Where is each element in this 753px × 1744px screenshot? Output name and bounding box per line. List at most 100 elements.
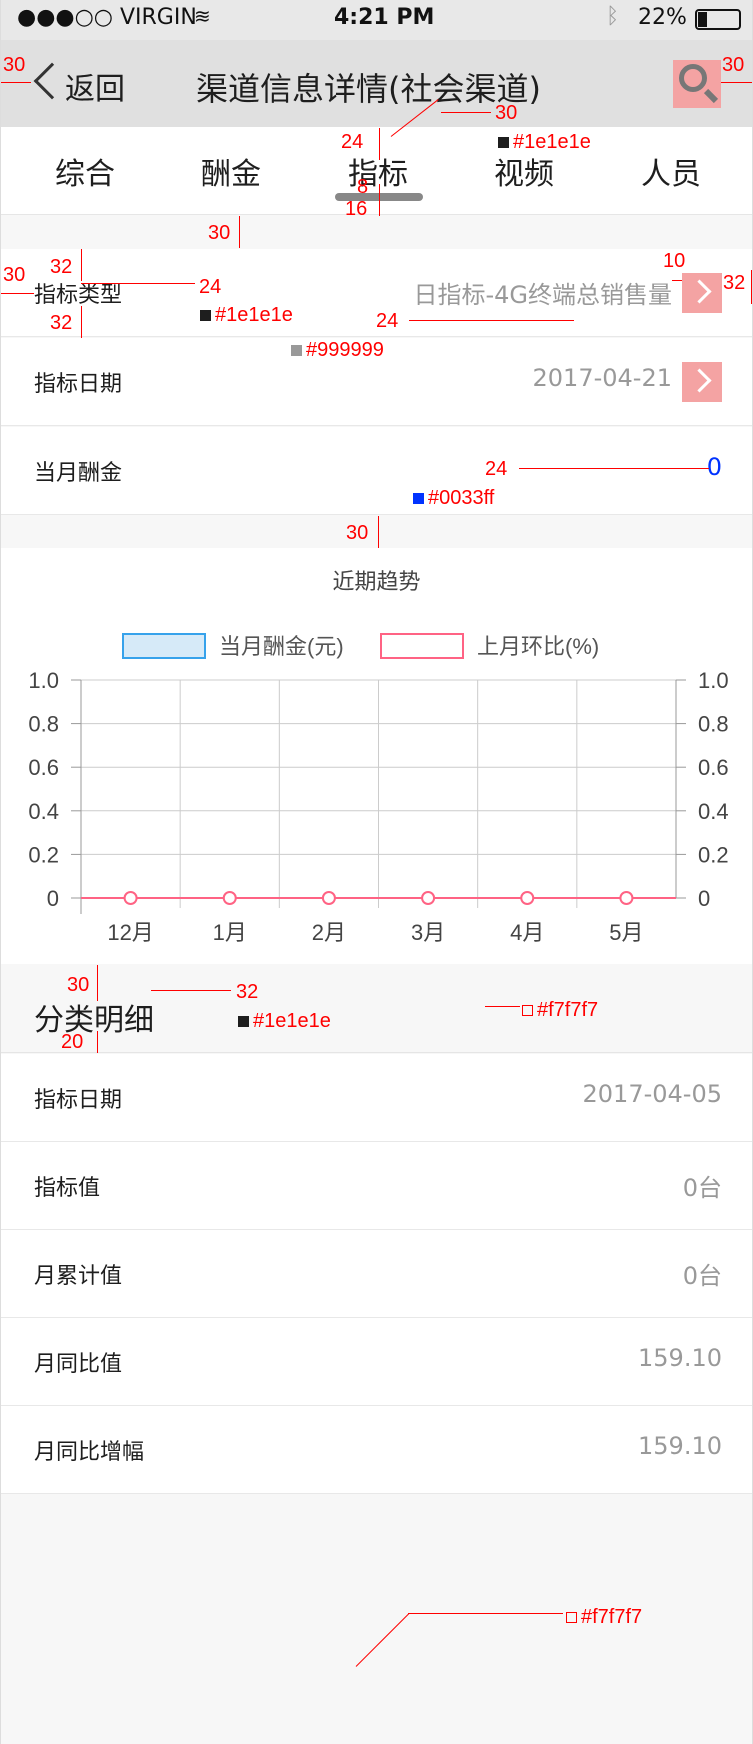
tab-bar: 综合 酬金 指标 视频 人员 [1,127,752,215]
y-tick-label-right: 1.0 [698,668,729,693]
color-annotation: #f7f7f7 [566,1606,642,1629]
bluetooth-icon: ᛒ [606,4,620,29]
color-annotation: #1e1e1e [238,1010,331,1033]
data-point [222,891,237,905]
y-tick-label-left: 0.2 [28,842,59,867]
y-tick-label-left: 1.0 [28,668,59,693]
chart-svg: 当月酬金(元) 上月环比(%) 1.0 1.0 0.8 0.8 0.6 0.6 0.4 0.4 0.… [28,633,729,945]
row-value: 0台 [682,1262,722,1290]
row-value: 日指标-4G终端总销售量 [413,281,672,309]
row-value: 159.10 [638,1432,722,1460]
detail-row: 月累计值 0台 [1,1230,752,1318]
x-tick-label: 4月 [510,920,544,945]
status-bar: ●●●○○ VIRGIN ≋ 4:21 PM ᛒ 22% [1,0,752,40]
data-point [321,891,336,905]
annotation-label: 30 [495,102,518,124]
y-tick-label-left: 0 [47,886,59,911]
annotation-label: 10 [663,250,686,272]
annotation-label: 32 [50,312,73,334]
page: ●●●○○ VIRGIN ≋ 4:21 PM ᛒ 22% 返回 渠道信息详情(社… [0,0,753,1744]
section-title: 分类明细 [34,1003,154,1038]
x-tick-label: 3月 [411,920,445,945]
nav-bar: 返回 渠道信息详情(社会渠道) [1,40,752,127]
back-button[interactable]: 返回 [27,60,137,107]
x-tick-label: 12月 [107,920,153,945]
color-annotation: #1e1e1e [200,304,293,327]
legend-swatch [380,633,464,659]
annotation-label: 32 [723,272,746,294]
row-value: 2017-04-05 [582,1080,722,1108]
y-tick-label-left: 0.8 [28,712,59,737]
annotation-label: 20 [61,1031,84,1053]
row-label: 当月酬金 [34,461,123,486]
row-label: 月同比增幅 [34,1440,145,1465]
row-label: 月同比值 [34,1352,123,1377]
data-point [421,891,436,905]
legend-label: 上月环比(%) [477,634,599,659]
row-label: 指标日期 [34,372,123,397]
data-point [520,891,535,905]
y-tick-label-left: 0.6 [28,755,59,780]
detail-row: 指标日期 2017-04-05 [1,1054,752,1142]
y-tick-label-right: 0.2 [698,842,729,867]
search-icon [679,64,707,92]
row-value: 159.10 [638,1344,722,1372]
detail-row: 月同比值 159.10 [1,1318,752,1406]
row-value: 0台 [682,1174,722,1202]
color-annotation: #f7f7f7 [522,999,598,1022]
battery-icon [695,9,741,30]
row-label: 指标值 [34,1176,101,1201]
tab-video[interactable]: 视频 [494,149,554,193]
annotation-label: 30 [208,222,231,244]
annotation-label: 30 [67,974,90,996]
legend-label: 当月酬金(元) [219,634,344,659]
y-tick-label-right: 0 [698,886,710,911]
annotation-label: 32 [236,981,259,1003]
clock: 4:21 PM [334,5,435,30]
annotation-label: 24 [485,458,508,480]
page-title: 渠道信息详情(社会渠道) [196,70,541,108]
y-tick-label-right: 0.8 [698,712,729,737]
y-tick-label-left: 0.4 [28,799,59,824]
x-tick-label: 1月 [213,920,247,945]
row-label: 月累计值 [34,1264,123,1289]
detail-row: 月同比增幅 159.10 [1,1406,752,1494]
color-annotation: #1e1e1e [498,131,591,154]
annotation-label: 30 [346,522,369,544]
carrier-label: ●●●○○ VIRGIN [17,5,197,30]
chevron-right-icon [682,362,722,402]
row-label: 指标日期 [34,1088,123,1113]
annotation-label: 30 [722,54,745,76]
annotation-label: 32 [50,256,73,278]
back-label: 返回 [65,72,125,107]
y-tick-label-right: 0.6 [698,755,729,780]
data-point [123,891,138,905]
legend-swatch [122,633,206,659]
tab-people[interactable]: 人员 [641,149,701,193]
section-header: 分类明细 [1,965,752,1053]
wifi-icon: ≋ [194,4,211,28]
annotation-label: 30 [3,264,26,286]
search-button[interactable] [673,60,721,108]
annotation-label: 30 [3,54,26,76]
detail-row: 指标值 0台 [1,1142,752,1230]
y-tick-label-right: 0.4 [698,799,729,824]
annotation-label: 24 [376,310,399,332]
row-value: 2017-04-21 [532,364,672,392]
annotation-label: 24 [341,131,364,153]
data-point [619,891,634,905]
battery-percent: 22% [638,5,687,30]
commission-link[interactable]: 0 [707,453,722,481]
annotation-label: 16 [345,198,368,220]
trend-chart: 近期趋势 当月酬金(元) 上月环比(%) 1.0 1.0 0.8 0.8 0.6 0.6 0.4… [1,548,752,964]
annotation-label: 8 [357,176,369,198]
chevron-right-icon [682,273,722,313]
x-tick-label: 5月 [609,920,643,945]
color-annotation: #999999 [291,339,384,362]
x-tick-label: 2月 [312,920,346,945]
color-annotation: #0033ff [413,487,494,510]
tab-commission[interactable]: 酬金 [201,149,261,193]
info-row-monthly-commission: 当月酬金 0 [1,427,752,515]
tab-overview[interactable]: 综合 [55,149,115,193]
annotation-label: 24 [199,276,222,298]
